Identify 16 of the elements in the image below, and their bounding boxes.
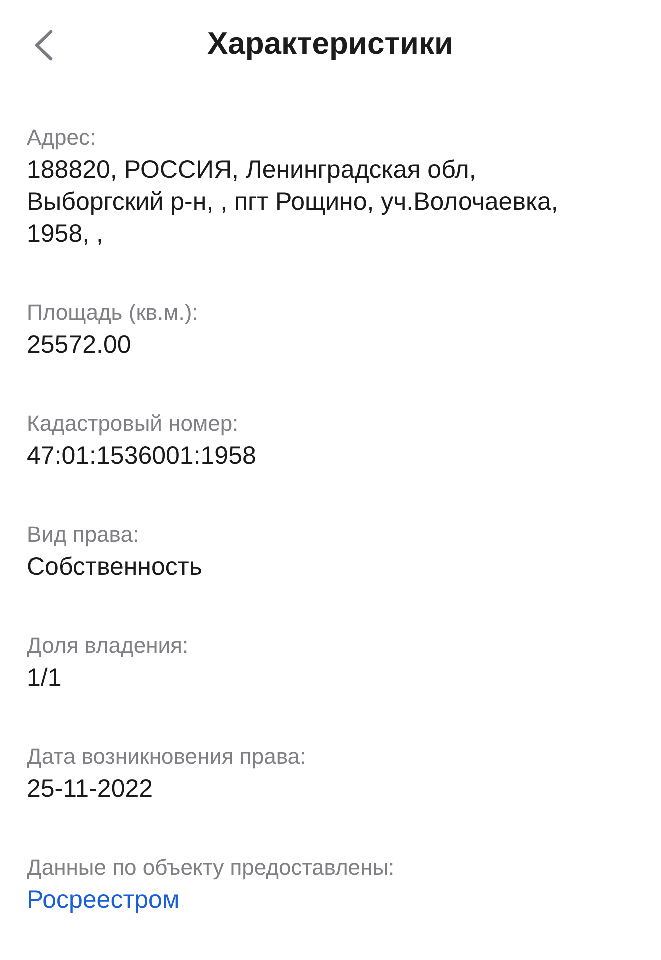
field-label: Вид права:: [27, 521, 140, 549]
field-value: Собственность: [27, 552, 202, 583]
field-value: 47:01:1536001:1958: [27, 441, 256, 472]
field-value: 1/1: [27, 663, 62, 694]
field-value: 25572.00: [27, 330, 132, 361]
field-label: Площадь (кв.м.):: [27, 299, 198, 327]
field-label: Дата возникновения права:: [27, 743, 306, 771]
field-label: Кадастровый номер:: [27, 410, 239, 438]
source-link[interactable]: Росреестром: [27, 884, 180, 916]
chevron-left-icon: [35, 30, 53, 60]
page-title: Характеристики: [207, 25, 454, 63]
field-label: Данные по объекту предоставлены:: [27, 854, 395, 882]
field-value: 188820, РОССИЯ, Ленинградская обл, Выборгский р-н, , пгт Рощино, уч.Волочаевка, 1958, ,: [27, 155, 560, 250]
field-label: Доля владения:: [27, 632, 189, 660]
field-label: Адрес:: [27, 124, 96, 152]
field-value: 25-11-2022: [27, 774, 154, 805]
